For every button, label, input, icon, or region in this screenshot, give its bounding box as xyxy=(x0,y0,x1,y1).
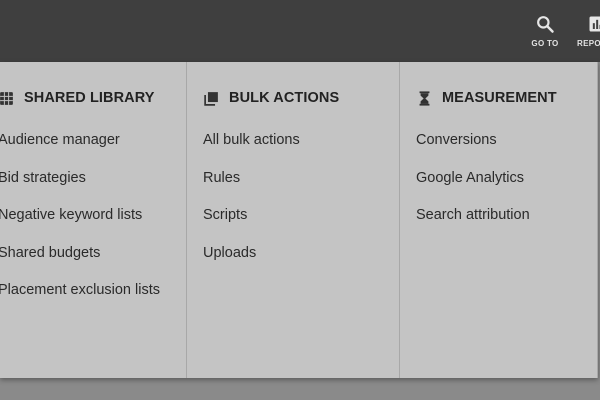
reports-button[interactable]: REPORTS xyxy=(577,14,600,48)
menu-item-bid-strategies[interactable]: Bid strategies xyxy=(0,168,160,206)
menu-item-rules[interactable]: Rules xyxy=(203,168,300,206)
bulk-actions-title: BULK ACTIONS xyxy=(229,90,340,106)
tools-menu-panel: SHARED LIBRARY Audience manager Bid stra… xyxy=(0,62,598,378)
hourglass-icon xyxy=(416,90,433,107)
search-icon xyxy=(537,16,554,33)
shared-library-heading: SHARED LIBRARY xyxy=(0,88,155,108)
reports-label: REPORTS xyxy=(577,39,600,48)
goto-button[interactable]: GO TO xyxy=(526,14,564,48)
menu-item-placement-exclusion-lists[interactable]: Placement exclusion lists xyxy=(0,280,160,318)
measurement-column: MEASUREMENT Conversions Google Analytics… xyxy=(399,62,598,378)
shared-library-list: Audience manager Bid strategies Negative… xyxy=(0,130,160,318)
copy-stack-icon xyxy=(203,90,220,107)
menu-item-negative-keyword-lists[interactable]: Negative keyword lists xyxy=(0,205,160,243)
menu-item-uploads[interactable]: Uploads xyxy=(203,243,300,281)
measurement-list: Conversions Google Analytics Search attr… xyxy=(416,130,530,243)
goto-label: GO TO xyxy=(531,39,559,48)
menu-item-conversions[interactable]: Conversions xyxy=(416,130,530,168)
bulk-actions-list: All bulk actions Rules Scripts Uploads xyxy=(203,130,300,280)
menu-item-search-attribution[interactable]: Search attribution xyxy=(416,205,530,243)
menu-item-shared-budgets[interactable]: Shared budgets xyxy=(0,243,160,281)
bar-chart-icon xyxy=(589,16,600,32)
column-divider xyxy=(597,62,598,378)
measurement-title: MEASUREMENT xyxy=(442,90,557,106)
menu-item-scripts[interactable]: Scripts xyxy=(203,205,300,243)
shared-library-title: SHARED LIBRARY xyxy=(24,90,155,106)
top-toolbar: GO TO REPORTS xyxy=(0,0,600,62)
menu-item-all-bulk-actions[interactable]: All bulk actions xyxy=(203,130,300,168)
menu-item-audience-manager[interactable]: Audience manager xyxy=(0,130,160,168)
shared-library-column: SHARED LIBRARY Audience manager Bid stra… xyxy=(0,62,185,378)
grid-icon xyxy=(0,90,15,107)
bulk-actions-heading: BULK ACTIONS xyxy=(203,88,339,108)
measurement-heading: MEASUREMENT xyxy=(416,88,557,108)
bulk-actions-column: BULK ACTIONS All bulk actions Rules Scri… xyxy=(186,62,399,378)
menu-item-google-analytics[interactable]: Google Analytics xyxy=(416,168,530,206)
